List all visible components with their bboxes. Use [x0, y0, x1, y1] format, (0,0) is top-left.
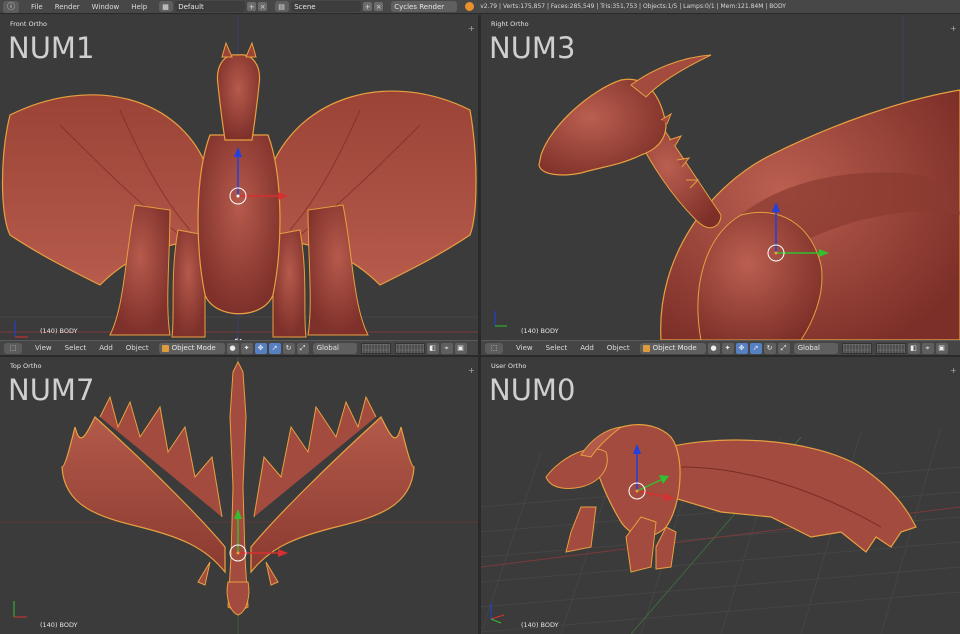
orientation-select[interactable]: Global: [793, 342, 838, 354]
object-info: (140) BODY: [521, 621, 559, 629]
view3d-header-left: ⬚ View Select Add Object Object Mode ● ✦…: [0, 340, 478, 356]
screen-layout-field[interactable]: Default: [175, 1, 246, 12]
remove-scene-icon[interactable]: ×: [374, 2, 384, 11]
split-corner-icon[interactable]: +: [468, 367, 476, 375]
blender-logo-icon: [465, 2, 475, 11]
manipulator-icon[interactable]: ✥: [254, 342, 267, 354]
viewport-top[interactable]: Top Ortho NUM7 (140) BODY +: [0, 357, 478, 634]
editor-type-icon[interactable]: ⬚: [485, 342, 503, 354]
add-scene-icon[interactable]: +: [363, 2, 373, 11]
layers-grid[interactable]: [360, 342, 391, 354]
mode-label: Object Mode: [171, 344, 216, 352]
body: [197, 134, 281, 315]
render-icon[interactable]: ▣: [935, 342, 948, 354]
numpad-overlay: NUM0: [489, 373, 576, 407]
view-name-label: Front Ortho: [10, 20, 47, 28]
editor-type-icon[interactable]: ⬚: [4, 342, 22, 354]
info-editor-icon[interactable]: ⓘ: [3, 0, 19, 13]
render-icon[interactable]: ▣: [454, 342, 467, 354]
translate-icon[interactable]: ↗: [749, 342, 762, 354]
menu-render[interactable]: Render: [55, 3, 80, 11]
scale-icon[interactable]: ⤢: [777, 342, 790, 354]
rotate-icon[interactable]: ↻: [282, 342, 295, 354]
menu-add[interactable]: Add: [99, 344, 113, 352]
menu-object[interactable]: Object: [607, 344, 630, 352]
menu-add[interactable]: Add: [580, 344, 594, 352]
viewport-front[interactable]: Front Ortho NUM1 (140) BODY +: [0, 15, 478, 340]
shading-icon[interactable]: ●: [226, 342, 239, 354]
view3d-header-right: ⬚ View Select Add Object Object Mode ● ✦…: [481, 340, 960, 356]
view-name-label: Right Ortho: [491, 20, 529, 28]
remove-layout-icon[interactable]: ×: [258, 2, 268, 11]
split-corner-icon[interactable]: +: [468, 25, 476, 33]
scene-icon[interactable]: ▤: [275, 1, 290, 12]
mode-select[interactable]: Object Mode: [639, 342, 706, 354]
numpad-overlay: NUM3: [489, 31, 576, 65]
layers-grid[interactable]: [394, 342, 425, 354]
object-info: (140) BODY: [40, 621, 78, 629]
menu-file[interactable]: File: [31, 3, 43, 11]
area-divider-vertical[interactable]: [478, 15, 481, 634]
viewport-right[interactable]: Right Ortho NUM3 (140) BODY +: [481, 15, 960, 340]
translate-icon[interactable]: ↗: [268, 342, 281, 354]
add-layout-icon[interactable]: +: [247, 2, 257, 11]
screen-layout-icon[interactable]: ▦: [159, 1, 174, 12]
layers-grid[interactable]: [875, 342, 906, 354]
scene-stats: v2.79 | Verts:175,857 | Faces:285,549 | …: [480, 3, 786, 10]
lock-icon[interactable]: ◧: [907, 342, 920, 354]
layers-grid[interactable]: [841, 342, 872, 354]
menu-view[interactable]: View: [516, 344, 533, 352]
menu-view[interactable]: View: [35, 344, 52, 352]
view-name-label: Top Ortho: [10, 362, 42, 370]
object-info: (140) BODY: [521, 327, 559, 335]
scene-field[interactable]: Scene: [291, 1, 362, 12]
menu-object[interactable]: Object: [126, 344, 149, 352]
rotate-icon[interactable]: ↻: [763, 342, 776, 354]
menu-select[interactable]: Select: [65, 344, 87, 352]
spine: [227, 360, 249, 613]
head: [216, 54, 261, 141]
wing-persp: [650, 439, 917, 553]
snap-icon[interactable]: ⌖: [921, 342, 934, 354]
view-name-label: User Ortho: [491, 362, 527, 370]
snap-icon[interactable]: ⌖: [440, 342, 453, 354]
split-corner-icon[interactable]: +: [950, 367, 958, 375]
shading-icon[interactable]: ●: [707, 342, 720, 354]
manipulator-icon[interactable]: ✥: [735, 342, 748, 354]
area-divider-horizontal[interactable]: [0, 356, 960, 357]
object-mode-icon: [161, 344, 169, 352]
menu-select[interactable]: Select: [546, 344, 568, 352]
pivot-icon[interactable]: ✦: [721, 342, 734, 354]
menu-help[interactable]: Help: [131, 3, 147, 11]
numpad-overlay: NUM7: [8, 373, 95, 407]
menu-window[interactable]: Window: [92, 3, 120, 11]
orientation-select[interactable]: Global: [312, 342, 357, 354]
object-mode-icon: [642, 344, 650, 352]
lock-icon[interactable]: ◧: [426, 342, 439, 354]
mode-label: Object Mode: [652, 344, 697, 352]
mode-select[interactable]: Object Mode: [158, 342, 225, 354]
info-header: ⓘ File Render Window Help ▦ Default + × …: [0, 0, 960, 14]
numpad-overlay: NUM1: [8, 31, 95, 65]
scale-icon[interactable]: ⤢: [296, 342, 309, 354]
pivot-icon[interactable]: ✦: [240, 342, 253, 354]
viewport-user[interactable]: User Ortho NUM0 (140) BODY +: [481, 357, 960, 634]
split-corner-icon[interactable]: +: [950, 25, 958, 33]
render-engine-select[interactable]: Cycles Render: [391, 1, 458, 12]
object-info: (140) BODY: [40, 327, 78, 335]
